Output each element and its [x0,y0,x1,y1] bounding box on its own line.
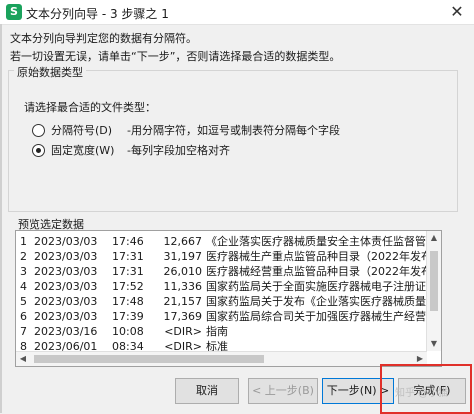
row-name: 医疗器械生产重点监管品种目录（2022年发布）.c [206,250,442,263]
row-size: 26,010 [163,265,203,278]
vertical-scrollbar[interactable]: ▲ ▼ [426,231,441,351]
row-number: 3 [20,265,27,278]
watermark: 知乎 @小猫 [395,388,449,399]
row-size: 17,369 [163,310,203,323]
preview-pane[interactable]: 1 2023/03/03 17:46 12,667 《企业落实医疗器械质量安全主… [15,230,442,367]
row-size: <DIR> [164,325,202,338]
row-date: 2023/03/03 [34,310,98,323]
scroll-left-arrow-icon[interactable]: ◀ [16,352,30,366]
horizontal-scroll-thumb[interactable] [34,355,264,363]
cancel-button[interactable]: 取消 [175,378,239,404]
vertical-scroll-thumb[interactable] [430,251,438,311]
radio-button-fixed-width[interactable] [32,143,45,157]
row-name: 《企业落实医疗器械质量安全主体责任监督管理规 [206,235,442,248]
row-name: 国家药监局关于发布《企业落实医疗器械质量安全 [206,295,442,308]
intro-line-2: 若一切设置无误，请单击“下一步”，否则请选择最合适的数据类型。 [10,50,341,63]
title-bar: S 文本分列向导 - 3 步骤之 1 ✕ [0,0,474,25]
row-name: 医疗器械经营重点监管品种目录（2022年发布）.c [206,265,442,278]
row-date: 2023/03/16 [34,325,98,338]
row-size: 12,667 [163,235,203,248]
back-button[interactable]: < 上一步(B) [248,378,318,404]
row-size: 11,336 [163,280,203,293]
radio-desc-fixed-width: -每列字段加空格对齐 [127,144,230,157]
row-number: 6 [20,310,27,323]
scroll-up-arrow-icon[interactable]: ▲ [427,231,441,245]
row-name: 国家药监局关于全面实施医疗器械电子注册证的公 [206,280,442,293]
row-name: 国家药监局综合司关于加强医疗器械生产经营分级 [206,310,442,323]
row-date: 2023/03/03 [34,235,98,248]
original-type-group-title: 原始数据类型 [14,64,86,80]
radio-label-fixed-width[interactable]: 固定宽度(W) [51,142,121,158]
file-type-prompt: 请选择最合适的文件类型： [24,101,156,114]
row-date: 2023/03/03 [34,295,98,308]
row-size: 31,197 [163,250,203,263]
horizontal-scrollbar[interactable]: ◀ ▶ [16,351,427,366]
radio-desc-delimited: -用分隔字符，如逗号或制表符分隔每个字段 [127,124,340,137]
radio-button-delimited[interactable] [32,123,45,137]
radio-label-delimited[interactable]: 分隔符号(D) [51,122,121,138]
row-number: 2 [20,250,27,263]
row-number: 4 [20,280,27,293]
row-number: 7 [20,325,27,338]
row-number: 1 [20,235,27,248]
radio-delimited[interactable]: 分隔符号(D) -用分隔字符，如逗号或制表符分隔每个字段 [32,122,340,138]
row-date: 2023/03/03 [34,280,98,293]
row-size: 21,157 [163,295,203,308]
original-type-group [8,70,458,212]
row-date: 2023/03/03 [34,265,98,278]
close-button[interactable]: ✕ [440,0,474,24]
scroll-down-arrow-icon[interactable]: ▼ [427,337,441,351]
row-date: 2023/03/03 [34,250,98,263]
radio-fixed-width[interactable]: 固定宽度(W) -每列字段加空格对齐 [32,142,230,158]
row-name: 指南 [206,325,228,338]
row-number: 5 [20,295,27,308]
window-title: 文本分列向导 - 3 步骤之 1 [26,7,169,21]
intro-line-1: 文本分列向导判定您的数据有分隔符。 [10,32,197,45]
wps-spreadsheet-icon: S [6,4,22,20]
window-left-edge [0,24,2,413]
